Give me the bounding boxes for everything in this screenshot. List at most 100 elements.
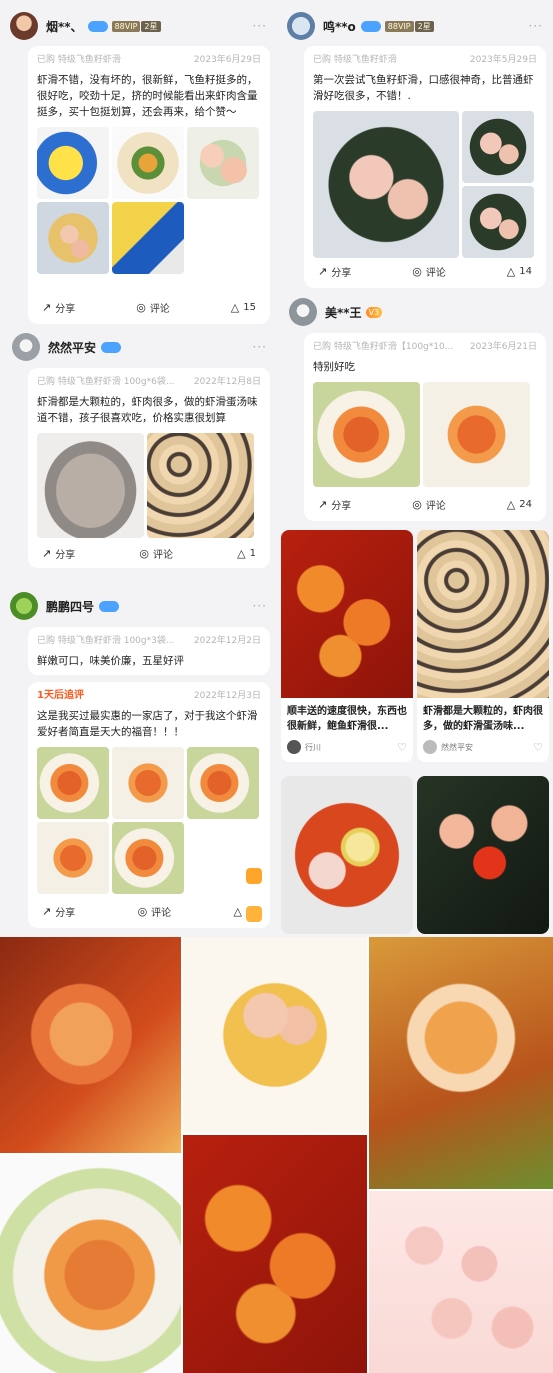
more-icon[interactable]: ··· [253,599,267,613]
like-icon: △ [506,265,516,278]
review-photo[interactable] [37,202,109,274]
review-card: 已购 特级飞鱼籽虾滑 100g*6袋... 2022年12月8日 虾滑都是大颗粒… [28,368,270,568]
level-badge: 2星 [414,20,434,32]
note-image[interactable] [281,776,413,934]
share-button[interactable]: ↗ 分享 [42,300,75,315]
gallery-photo[interactable] [369,937,553,1189]
note-image[interactable] [417,530,549,698]
comment-icon: ◎ [139,547,149,560]
gallery-photo[interactable] [0,937,181,1153]
float-shop-icon[interactable] [246,868,262,884]
share-button[interactable]: ↗ 分享 [318,264,351,279]
review-card: 已购 特级飞鱼籽虾滑【100g*10... 2023年6月21日 特别好吃 ↗ 分… [304,333,546,521]
note-image[interactable] [417,776,549,934]
more-icon[interactable]: ··· [253,19,267,33]
review-photo[interactable] [313,111,459,258]
review-photo[interactable] [423,382,530,487]
review-page: 烟**、 88VIP 2星 ··· 已购 特级飞鱼籽虾滑 2023年6月29日 … [0,0,553,1373]
more-icon[interactable]: ··· [529,19,543,33]
user-row[interactable]: 美**王 V3 [289,292,543,332]
review-photo[interactable] [187,127,259,199]
avatar[interactable] [12,333,40,361]
avatar[interactable] [289,298,317,326]
review-photo[interactable] [37,127,109,199]
user-row[interactable]: 然然平安 ··· [12,327,267,367]
comment-button[interactable]: ◎ 评论 [136,300,170,315]
avatar[interactable] [10,592,38,620]
comment-button[interactable]: ◎ 评论 [138,904,172,919]
review-meta: 已购 特级飞鱼籽虾滑【100g*10... 2023年6月21日 [313,341,537,353]
note-title: 虾滑都是大颗粒的，虾肉很多，做的虾滑蛋汤味... [423,706,543,732]
more-icon[interactable]: ··· [253,340,267,354]
username: 烟**、 [46,19,83,34]
level-badge: V3 [365,306,383,318]
review-photo[interactable] [187,747,259,819]
review-photo[interactable] [147,433,254,538]
review-photo[interactable] [112,202,184,274]
gallery-photo[interactable] [183,937,367,1133]
purchased-sku: 已购 特级飞鱼籽虾滑 [313,55,397,65]
user-row[interactable]: 烟**、 88VIP 2星 ··· [10,6,267,46]
gallery-photo[interactable] [369,1191,553,1373]
note-image[interactable] [281,530,413,698]
username: 鹏鹏四号 [46,599,95,614]
review-photo[interactable] [112,822,184,894]
vip-badge: 88VIP [111,20,141,32]
heart-icon[interactable]: ♡ [533,741,543,754]
note-card[interactable]: 虾滑都是大颗粒的，虾肉很多，做的虾滑蛋汤味... 然然平安 ♡ [417,530,549,762]
like-button[interactable]: △ 14 [507,265,532,278]
review-text: 虾滑都是大颗粒的，虾肉很多，做的虾滑蛋汤味道不错，孩子很喜欢吃，价格实惠很划算 [37,396,258,424]
share-icon: ↗ [42,905,52,918]
comment-button[interactable]: ◎ 评论 [139,546,173,561]
heart-icon[interactable]: ♡ [397,741,407,754]
share-button[interactable]: ↗ 分享 [42,904,75,919]
photo-grid [313,111,537,258]
action-bar: ↗ 分享 ◎ 评论 △ 14 [304,264,546,279]
purchased-sku: 已购 特级飞鱼籽虾滑 [37,55,121,65]
comment-button[interactable]: ◎ 评论 [412,497,446,512]
followup-label: 1天后追评 [37,690,84,701]
user-row[interactable]: 鸣**o 88VIP 2星 ··· [287,6,543,46]
float-check-icon[interactable] [246,906,262,922]
note-card[interactable]: 顺丰送的速度很快，东西也很新鲜，鲍鱼虾滑很... 行川 ♡ [281,530,413,762]
user-row[interactable]: 鹏鹏四号 ··· [10,586,267,626]
like-button[interactable]: △ 15 [231,301,256,314]
avatar[interactable] [10,12,38,40]
gallery-photo[interactable] [183,1135,367,1373]
share-icon: ↗ [42,301,52,314]
review-photo[interactable] [112,127,184,199]
purchased-sku: 已购 特级飞鱼籽虾滑【100g*10... [313,342,454,352]
review-photo[interactable] [112,747,184,819]
purchased-sku: 已购 特级飞鱼籽虾滑 100g*6袋... [37,377,175,387]
review-photo[interactable] [37,433,144,538]
comment-button[interactable]: ◎ 评论 [412,264,446,279]
like-button[interactable]: △ 1 [237,547,256,560]
review-photo[interactable] [462,111,534,183]
photo-gallery [0,937,553,1373]
review-photo[interactable] [37,747,109,819]
vip-badge-icon [360,20,381,32]
like-icon: △ [237,547,246,560]
like-button[interactable]: △ 24 [507,498,532,511]
review-photo[interactable] [37,822,109,894]
followup-date: 2022年12月3日 [193,691,261,701]
action-bar: ↗ 分享 ◎ 评论 △ 15 [28,300,270,315]
note-card[interactable] [417,776,549,934]
review-photo[interactable] [462,186,534,258]
author-avatar [423,740,437,754]
share-button[interactable]: ↗ 分享 [318,497,351,512]
note-card[interactable] [281,776,413,934]
like-icon: △ [506,498,516,511]
level-badge: 2星 [141,20,161,32]
review-photo[interactable] [313,382,420,487]
review-text: 鲜嫩可口，味美价廉，五星好评 [37,655,184,667]
review-date: 2022年12月2日 [193,636,261,646]
purchased-sku: 已购 特级飞鱼籽虾滑 100g*3袋... [37,636,175,646]
username: 美**王 [325,305,362,320]
review-meta: 已购 特级飞鱼籽虾滑 2023年5月29日 [313,54,537,66]
avatar[interactable] [287,12,315,40]
like-icon: △ [230,301,240,314]
gallery-photo[interactable] [0,1155,181,1373]
review-text: 第一次尝试飞鱼籽虾滑，口感很神奇，比普通虾滑好吃很多，不错！. [313,74,534,102]
share-button[interactable]: ↗ 分享 [42,546,75,561]
